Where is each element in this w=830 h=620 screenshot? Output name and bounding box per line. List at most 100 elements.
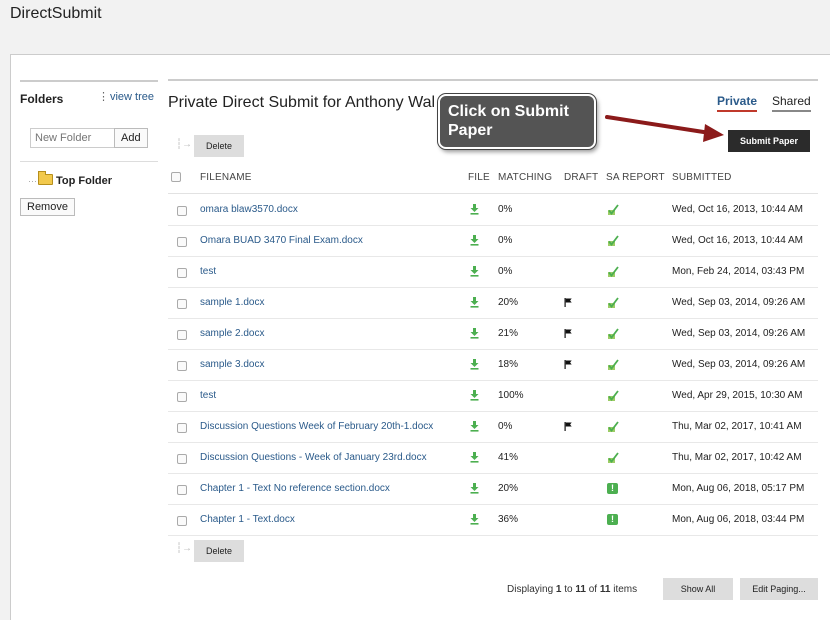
row-checkbox[interactable] [177,516,187,526]
table-row: test 0% Mon, Feb 24, 2014, 03:43 PM [168,256,818,288]
folders-heading: Folders [20,92,64,106]
table-row: test 100% Wed, Apr 29, 2015, 10:30 AM [168,380,818,412]
col-sa-report: SA REPORT [606,172,665,183]
download-icon[interactable] [470,390,479,401]
submit-paper-button[interactable]: Submit Paper [728,130,810,152]
submitted-date: Mon, Feb 24, 2014, 03:43 PM [672,266,805,277]
submitted-date: Wed, Oct 16, 2013, 10:44 AM [672,235,804,246]
download-icon[interactable] [470,235,479,246]
check-report-icon[interactable] [607,266,619,278]
table-row: sample 3.docx 18% Wed, Sep 03, 2014, 09:26… [168,349,818,381]
view-tree-label: view tree [109,91,154,103]
page-title: Private Direct Submit for Anthony Wal [168,94,436,111]
matching-value: 0% [498,204,513,215]
table-row: Chapter 1 - Text.docx 36%! Mon, Aug 06, 20… [168,504,818,536]
select-all-checkbox[interactable] [171,172,181,182]
check-report-icon[interactable] [607,359,619,371]
submitted-date: Wed, Sep 03, 2014, 09:26 AM [672,328,806,339]
table-row: Omara BUAD 3470 Final Exam.docx 0% Wed, Oc… [168,225,818,257]
tab-shared[interactable]: Shared [772,94,811,112]
table-row: Chapter 1 - Text No reference section.do… [168,473,818,505]
new-folder-input[interactable] [30,128,116,148]
row-checkbox[interactable] [177,454,187,464]
sidebar-divider-top [20,80,158,82]
submitted-date: Mon, Aug 06, 2018, 03:44 PM [672,514,805,525]
table-row: Discussion Questions Week of February 20… [168,411,818,443]
check-report-icon[interactable] [607,390,619,402]
file-name-link[interactable]: test [200,266,216,277]
flag-icon [564,329,572,338]
delete-button-bottom[interactable]: Delete [194,540,244,562]
row-checkbox[interactable] [177,206,187,216]
row-checkbox[interactable] [177,485,187,495]
warning-icon[interactable]: ! [607,514,618,525]
view-tree-link[interactable]: ⋮view tree [98,90,154,103]
row-checkbox[interactable] [177,361,187,371]
download-icon[interactable] [470,297,479,308]
row-checkbox[interactable] [177,299,187,309]
download-icon[interactable] [470,266,479,277]
table-row: sample 1.docx 20% Wed, Sep 03, 2014, 09:26… [168,287,818,319]
file-name-link[interactable]: sample 1.docx [200,297,264,308]
download-icon[interactable] [470,421,479,432]
submitted-date: Wed, Sep 03, 2014, 09:26 AM [672,359,806,370]
check-report-icon[interactable] [607,328,619,340]
file-name-link[interactable]: omara blaw3570.docx [200,204,298,215]
download-icon[interactable] [470,359,479,370]
file-name-link[interactable]: test [200,390,216,401]
check-report-icon[interactable] [607,204,619,216]
matching-value: 20% [498,483,519,494]
file-name-link[interactable]: Discussion Questions - Week of January 2… [200,452,427,463]
warning-icon[interactable]: ! [607,483,618,494]
check-report-icon[interactable] [607,452,619,464]
row-checkbox[interactable] [177,237,187,247]
file-name-link[interactable]: Chapter 1 - Text No reference section.do… [200,483,390,494]
check-report-icon[interactable] [607,421,619,433]
col-draft: DRAFT [564,172,599,183]
pagination-to-word: to [564,584,573,595]
show-all-button[interactable]: Show All [663,578,733,600]
file-name-link[interactable]: Chapter 1 - Text.docx [200,514,295,525]
row-checkbox[interactable] [177,330,187,340]
top-folder-label[interactable]: Top Folder [56,175,112,187]
download-icon[interactable] [470,204,479,215]
folder-tree[interactable]: ⋯ Top Folder [28,171,112,187]
flag-icon [564,360,572,369]
pagination-from: 1 [555,584,562,595]
row-checkbox[interactable] [177,392,187,402]
submitted-date: Thu, Mar 02, 2017, 10:41 AM [672,421,802,432]
file-name-link[interactable]: sample 2.docx [200,328,264,339]
table-row: sample 2.docx 21% Wed, Sep 03, 2014, 09:26… [168,318,818,350]
col-filename[interactable]: FILENAME [200,172,252,183]
add-folder-button[interactable]: Add [114,128,148,148]
download-icon[interactable] [470,452,479,463]
submitted-date: Wed, Sep 03, 2014, 09:26 AM [672,297,806,308]
tree-icon: ⋮ [97,91,109,103]
file-name-link[interactable]: Discussion Questions Week of February 20… [200,421,433,432]
matching-value: 20% [498,297,519,308]
remove-folder-button[interactable]: Remove [20,198,75,216]
edit-paging-button[interactable]: Edit Paging... [740,578,818,600]
download-icon[interactable] [470,328,479,339]
submitted-date: Mon, Aug 06, 2018, 05:17 PM [672,483,805,494]
main-area: Private Direct Submit for Anthony Wal Pr… [168,79,818,600]
check-report-icon[interactable] [607,235,619,247]
file-name-link[interactable]: sample 3.docx [200,359,264,370]
matching-value: 0% [498,235,513,246]
download-icon[interactable] [470,514,479,525]
row-checkbox[interactable] [177,268,187,278]
file-name-link[interactable]: Omara BUAD 3470 Final Exam.docx [200,235,363,246]
submitted-date: Wed, Apr 29, 2015, 10:30 AM [672,390,803,401]
row-checkbox[interactable] [177,423,187,433]
col-submitted[interactable]: SUBMITTED [672,172,732,183]
download-icon[interactable] [470,483,479,494]
table-row: Discussion Questions - Week of January 2… [168,442,818,474]
col-matching[interactable]: MATCHING [498,172,552,183]
selection-arrow-icon: ┆→ [176,543,193,554]
check-report-icon[interactable] [607,297,619,309]
folders-sidebar: Folders ⋮view tree Add ⋯ Top Folder Remov… [20,80,158,216]
tab-private[interactable]: Private [717,94,758,112]
matching-value: 41% [498,452,519,463]
pagination-prefix: Displaying [507,584,554,595]
delete-button-top[interactable]: Delete [194,135,244,157]
